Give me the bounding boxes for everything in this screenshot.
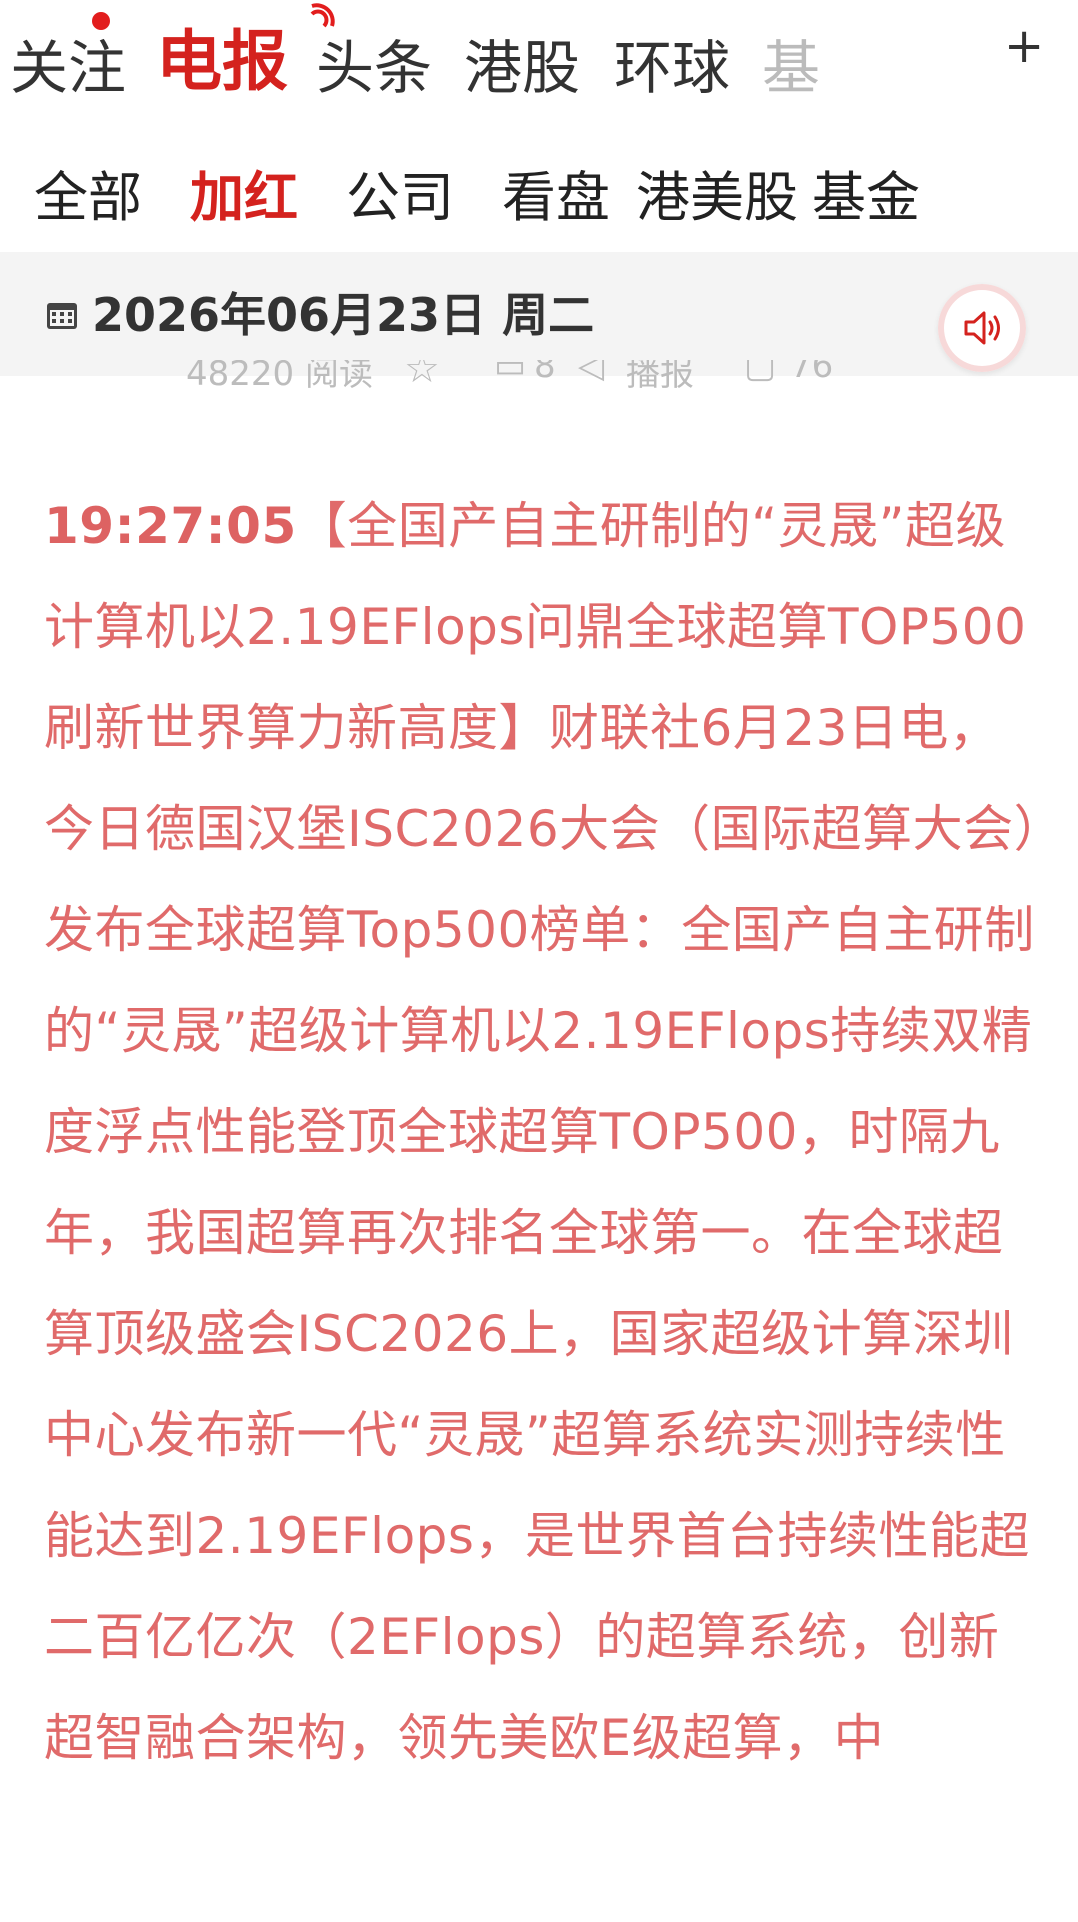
- tab-headlines[interactable]: 头条: [316, 28, 432, 108]
- tab-telegraph[interactable]: 电报: [156, 22, 288, 102]
- signal-icon: [310, 3, 335, 28]
- sub-nav: 全部 加红 公司 看盘 港美股 基金: [0, 140, 1078, 250]
- telegraph-article: 19:27:05【全国产自主研制的“灵晟”超级计算机以2.19EFlops问鼎全…: [44, 476, 1044, 1789]
- share-icon[interactable]: ▢: [744, 360, 776, 386]
- article-time: 19:27:05: [44, 497, 297, 555]
- subtab-us-hk[interactable]: 港美股: [636, 162, 798, 234]
- subtab-market[interactable]: 看盘: [502, 162, 610, 234]
- star-icon[interactable]: ☆: [404, 360, 440, 392]
- subtab-all[interactable]: 全部: [34, 162, 142, 234]
- subtab-red[interactable]: 加红: [190, 162, 298, 234]
- subtab-company[interactable]: 公司: [346, 162, 454, 234]
- tab-fund-partial[interactable]: 基: [762, 28, 820, 108]
- date-bar: 2026年06月23日 周二: [0, 252, 1078, 376]
- like-count: 76: [790, 360, 834, 386]
- read-count: 48220 阅读: [186, 360, 373, 394]
- tab-global[interactable]: 环球: [614, 28, 730, 108]
- broadcast-label[interactable]: 播报: [626, 360, 694, 395]
- article-body: 财联社6月23日电，今日德国汉堡ISC2026大会（国际超算大会）发布全球超算T…: [44, 699, 1040, 1767]
- date-text: 2026年06月23日 周二: [92, 288, 595, 342]
- add-tab-icon[interactable]: +: [1004, 18, 1044, 74]
- previous-item-stats: 48220 阅读 ☆ ▭ 8 ◁ 播报 ▢ 76: [0, 360, 1078, 400]
- notification-dot: [92, 12, 110, 30]
- audio-broadcast-button[interactable]: [938, 284, 1026, 372]
- top-nav: 关注 电报 头条 港股 环球 基 +: [0, 0, 1078, 130]
- calendar-icon: [47, 303, 77, 329]
- tab-fade-overlay: [900, 0, 1010, 130]
- broadcast-icon[interactable]: ◁: [578, 360, 604, 386]
- subtab-fund[interactable]: 基金: [812, 162, 920, 234]
- tab-follow[interactable]: 关注: [10, 28, 126, 108]
- speaker-icon: [964, 311, 1000, 345]
- tab-hk-stocks[interactable]: 港股: [464, 28, 580, 108]
- comment-icon[interactable]: ▭: [494, 360, 526, 386]
- comment-count: 8: [534, 360, 556, 386]
